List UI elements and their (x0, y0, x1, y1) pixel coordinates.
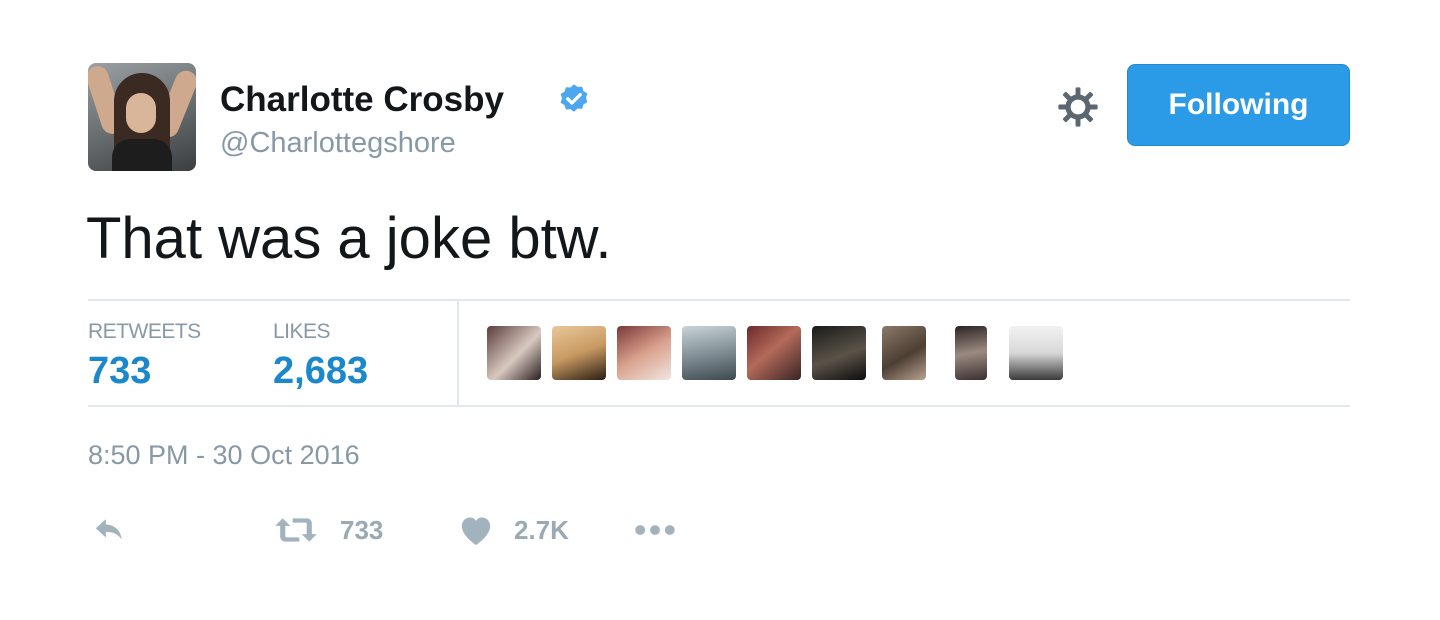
liker-avatar[interactable] (882, 326, 926, 380)
tweet-timestamp[interactable]: 8:50 PM - 30 Oct 2016 (88, 440, 360, 471)
liker-avatar[interactable] (955, 326, 987, 380)
liker-avatar[interactable] (1009, 326, 1063, 380)
likes-label: LIKES (273, 320, 331, 343)
reply-icon[interactable] (90, 510, 130, 550)
retweet-action-count: 733 (340, 515, 384, 545)
liker-avatar[interactable] (617, 326, 671, 380)
tweet-card: Charlotte Crosby @Charlottegshore Follow… (0, 0, 1440, 620)
following-button[interactable]: Following (1127, 64, 1350, 146)
liker-avatar[interactable] (487, 326, 541, 380)
retweet-icon[interactable] (272, 510, 320, 550)
stats-divider-top (88, 299, 1350, 301)
liker-avatar[interactable] (812, 326, 866, 380)
stats-divider-bottom (88, 405, 1350, 407)
likes-count[interactable]: 2,683 (273, 350, 368, 393)
author-name[interactable]: Charlotte Crosby (220, 80, 504, 120)
stats-divider-vertical (457, 301, 459, 405)
gear-icon[interactable] (1057, 86, 1099, 128)
liker-avatar[interactable] (747, 326, 801, 380)
verified-badge-icon (560, 84, 588, 112)
retweets-label: RETWEETS (88, 320, 201, 343)
heart-icon[interactable] (456, 510, 496, 550)
author-handle[interactable]: @Charlottegshore (220, 127, 456, 160)
tweet-text: That was a joke btw. (86, 206, 612, 271)
author-avatar[interactable] (88, 63, 196, 171)
liker-avatar[interactable] (682, 326, 736, 380)
retweets-count[interactable]: 733 (88, 350, 151, 393)
more-icon[interactable] (632, 510, 678, 550)
liker-avatar[interactable] (552, 326, 606, 380)
like-action-count: 2.7K (514, 515, 569, 545)
